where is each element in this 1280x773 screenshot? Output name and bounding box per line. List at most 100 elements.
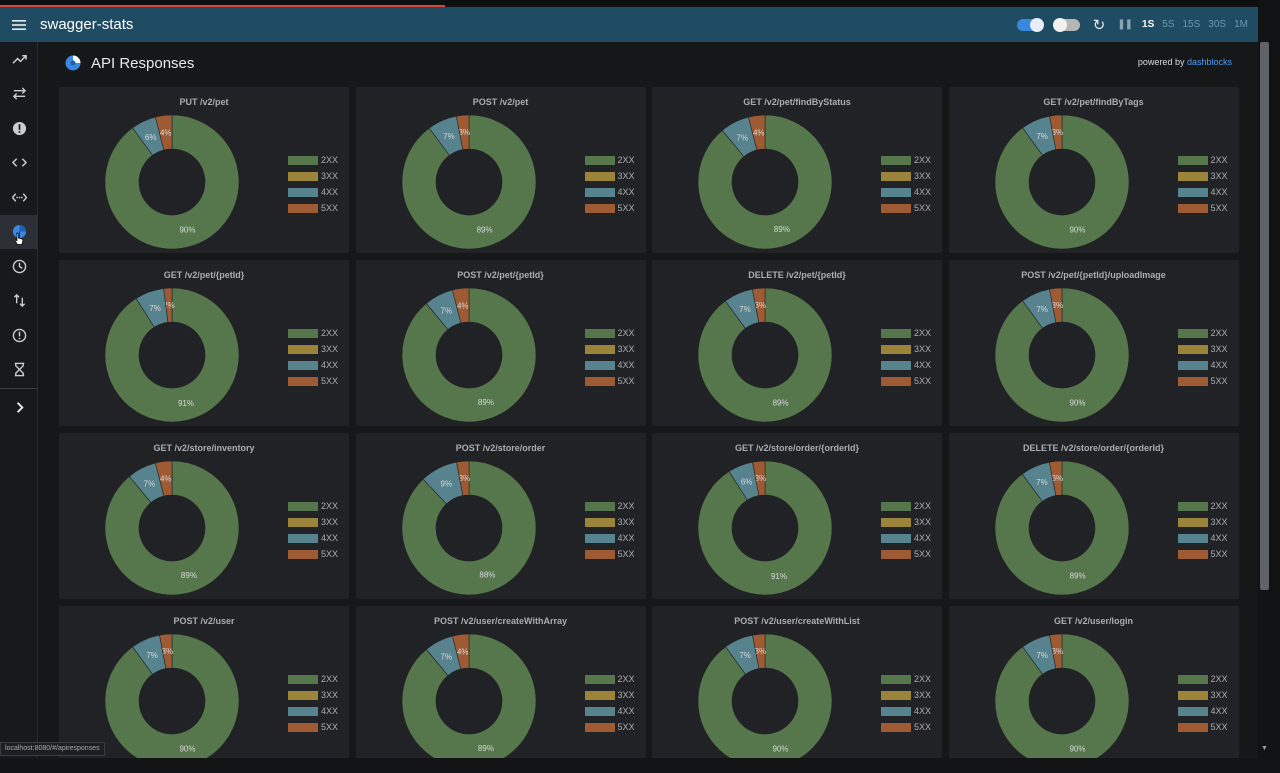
legend-item-2xx[interactable]: 2XX xyxy=(881,498,931,514)
legend-item-2xx[interactable]: 2XX xyxy=(288,498,338,514)
legend-item-2xx[interactable]: 2XX xyxy=(288,325,338,341)
legend-item-2xx[interactable]: 2XX xyxy=(1177,498,1228,514)
dashblocks-link[interactable]: dashblocks xyxy=(1187,57,1232,67)
sidebar-expand[interactable] xyxy=(0,390,38,425)
legend-item-4xx[interactable]: 4XX xyxy=(881,703,931,719)
autorefresh-toggle[interactable] xyxy=(1052,17,1080,32)
sidebar-item-requests[interactable] xyxy=(0,77,38,112)
legend-item-5xx[interactable]: 5XX xyxy=(881,200,931,216)
donut-chart[interactable]: 89% 4% 7% xyxy=(401,634,536,758)
legend-item-5xx[interactable]: 5XX xyxy=(1177,546,1228,562)
legend-item-2xx[interactable]: 2XX xyxy=(288,671,338,687)
legend-item-3xx[interactable]: 3XX xyxy=(584,514,635,530)
legend-item-5xx[interactable]: 5XX xyxy=(881,373,931,389)
pause-icon[interactable]: ❚❚ xyxy=(1117,19,1133,30)
legend-item-3xx[interactable]: 3XX xyxy=(881,341,931,357)
theme-toggle[interactable] xyxy=(1016,17,1044,32)
legend-item-2xx[interactable]: 2XX xyxy=(881,152,931,168)
legend-item-4xx[interactable]: 4XX xyxy=(1177,703,1228,719)
refresh-icon[interactable]: ↻ xyxy=(1093,16,1106,34)
legend-item-4xx[interactable]: 4XX xyxy=(584,530,635,546)
legend-item-5xx[interactable]: 5XX xyxy=(288,200,338,216)
donut-chart[interactable]: 90%3%7% xyxy=(994,288,1129,422)
legend-item-3xx[interactable]: 3XX xyxy=(584,341,635,357)
legend-item-4xx[interactable]: 4XX xyxy=(584,357,635,373)
donut-chart[interactable]: 91%3%6% xyxy=(698,461,832,595)
legend-item-2xx[interactable]: 2XX xyxy=(584,671,635,687)
legend-item-5xx[interactable]: 5XX xyxy=(1177,200,1228,216)
interval-option[interactable]: 5S xyxy=(1162,19,1174,30)
legend-item-3xx[interactable]: 3XX xyxy=(584,168,635,184)
legend-item-3xx[interactable]: 3XX xyxy=(1177,514,1228,530)
legend-item-3xx[interactable]: 3XX xyxy=(1177,168,1228,184)
menu-button[interactable] xyxy=(0,7,38,42)
legend-item-4xx[interactable]: 4XX xyxy=(1177,357,1228,373)
legend-item-5xx[interactable]: 5XX xyxy=(584,373,635,389)
legend-item-2xx[interactable]: 2XX xyxy=(1177,152,1228,168)
legend-item-3xx[interactable]: 3XX xyxy=(288,687,338,703)
legend-item-2xx[interactable]: 2XX xyxy=(1177,671,1228,687)
legend-item-5xx[interactable]: 5XX xyxy=(288,546,338,562)
page-scrollbar-thumb[interactable] xyxy=(1260,42,1269,590)
legend-item-5xx[interactable]: 5XX xyxy=(288,373,338,389)
legend-item-4xx[interactable]: 4XX xyxy=(584,703,635,719)
legend-item-2xx[interactable]: 2XX xyxy=(881,671,931,687)
donut-chart[interactable]: 88%3%9% xyxy=(401,461,536,595)
donut-chart[interactable]: 89%3%7% xyxy=(698,288,832,422)
donut-chart[interactable]: 90%3%7% xyxy=(105,634,239,758)
legend-item-2xx[interactable]: 2XX xyxy=(584,152,635,168)
interval-option[interactable]: 15S xyxy=(1183,19,1201,30)
sidebar-item-api-operations[interactable] xyxy=(0,180,38,215)
legend-item-4xx[interactable]: 4XX xyxy=(881,530,931,546)
legend-item-4xx[interactable]: 4XX xyxy=(288,530,338,546)
legend-item-4xx[interactable]: 4XX xyxy=(584,184,635,200)
legend-item-5xx[interactable]: 5XX xyxy=(288,719,338,735)
interval-option[interactable]: 1S xyxy=(1142,19,1154,30)
donut-chart[interactable]: 91%2%7% xyxy=(105,288,239,422)
sidebar-item-api[interactable] xyxy=(0,146,38,181)
legend-item-2xx[interactable]: 2XX xyxy=(288,152,338,168)
legend-item-4xx[interactable]: 4XX xyxy=(1177,184,1228,200)
donut-chart[interactable]: 90%3%7% xyxy=(994,634,1129,758)
interval-option[interactable]: 1M xyxy=(1234,19,1248,30)
sidebar-item-payload[interactable] xyxy=(0,284,38,319)
legend-item-3xx[interactable]: 3XX xyxy=(288,341,338,357)
legend-item-3xx[interactable]: 3XX xyxy=(288,168,338,184)
legend-item-3xx[interactable]: 3XX xyxy=(288,514,338,530)
sidebar-item-errors[interactable] xyxy=(0,111,38,146)
legend-item-3xx[interactable]: 3XX xyxy=(881,168,931,184)
donut-chart[interactable]: 89% 4% 7% xyxy=(698,115,832,249)
donut-chart[interactable]: 90%3%7% xyxy=(698,634,832,758)
legend-item-5xx[interactable]: 5XX xyxy=(1177,373,1228,389)
donut-chart[interactable]: 89% 4% 7% xyxy=(401,288,536,422)
legend-item-3xx[interactable]: 3XX xyxy=(881,514,931,530)
donut-chart[interactable]: 90% 4%6% xyxy=(105,115,239,249)
legend-item-4xx[interactable]: 4XX xyxy=(288,184,338,200)
legend-item-4xx[interactable]: 4XX xyxy=(288,703,338,719)
sidebar-item-summary[interactable] xyxy=(0,42,38,77)
sidebar-item-rates[interactable] xyxy=(0,249,38,284)
legend-item-2xx[interactable]: 2XX xyxy=(1177,325,1228,341)
legend-item-4xx[interactable]: 4XX xyxy=(1177,530,1228,546)
donut-chart[interactable]: 89%3%7% xyxy=(994,461,1129,595)
donut-chart[interactable]: 89% 4% 7% xyxy=(105,461,239,595)
legend-item-2xx[interactable]: 2XX xyxy=(881,325,931,341)
legend-item-3xx[interactable]: 3XX xyxy=(1177,687,1228,703)
legend-item-5xx[interactable]: 5XX xyxy=(584,719,635,735)
donut-chart[interactable]: 90%3%7% xyxy=(994,115,1129,249)
legend-item-3xx[interactable]: 3XX xyxy=(1177,341,1228,357)
donut-chart[interactable]: 89%3%7% xyxy=(401,115,536,249)
legend-item-4xx[interactable]: 4XX xyxy=(881,184,931,200)
sidebar-item-alerts[interactable] xyxy=(0,318,38,353)
legend-item-5xx[interactable]: 5XX xyxy=(881,546,931,562)
scroll-down-icon[interactable]: ▼ xyxy=(1260,745,1269,754)
legend-item-2xx[interactable]: 2XX xyxy=(584,498,635,514)
sidebar-item-longest[interactable] xyxy=(0,353,38,388)
legend-item-3xx[interactable]: 3XX xyxy=(584,687,635,703)
legend-item-5xx[interactable]: 5XX xyxy=(584,546,635,562)
legend-item-2xx[interactable]: 2XX xyxy=(584,325,635,341)
legend-item-5xx[interactable]: 5XX xyxy=(1177,719,1228,735)
legend-item-4xx[interactable]: 4XX xyxy=(288,357,338,373)
legend-item-5xx[interactable]: 5XX xyxy=(584,200,635,216)
interval-option[interactable]: 30S xyxy=(1208,19,1226,30)
